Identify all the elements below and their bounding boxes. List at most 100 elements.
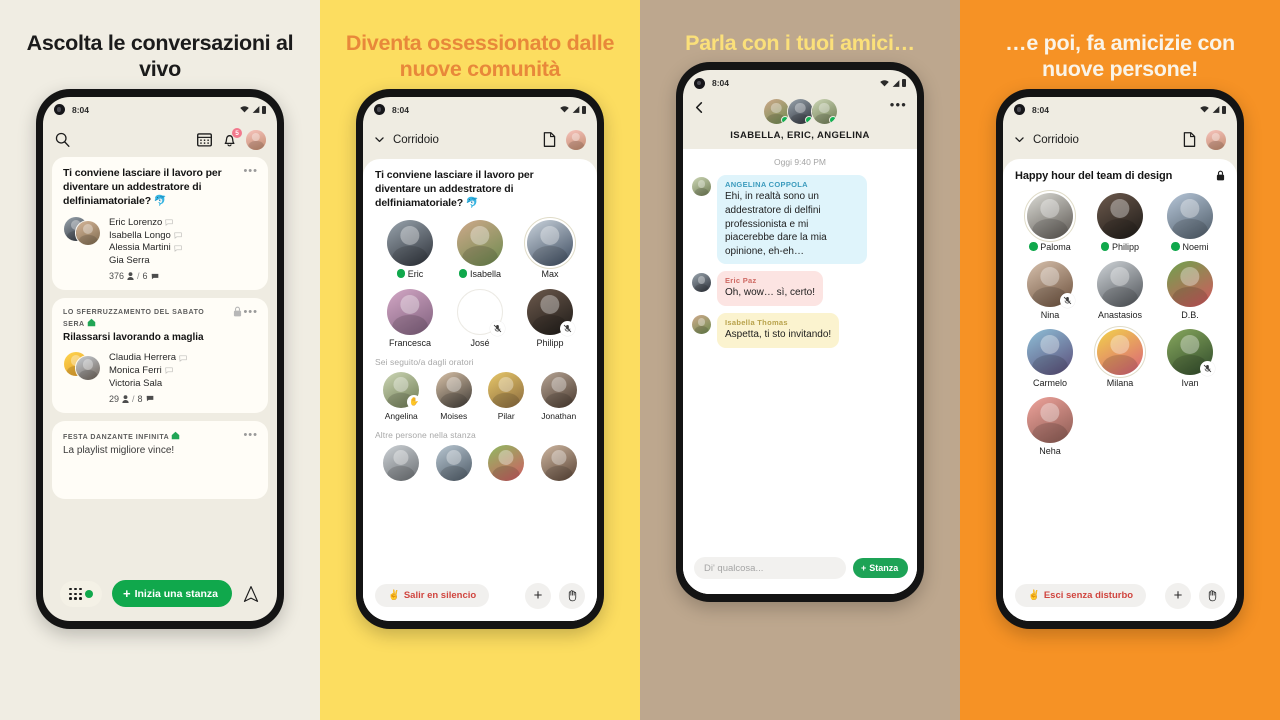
other-person[interactable] [375,444,428,481]
leave-quietly-button[interactable]: ✌️ Esci senza disturbo [1015,584,1147,608]
room-person[interactable]: Anastasios [1085,260,1155,320]
message-input[interactable] [694,557,846,580]
person-name: Jonathan [541,410,577,421]
signal-icon [892,80,899,87]
stage-person[interactable]: Isabella [445,219,515,279]
message-author: Isabella Thomas [725,318,788,327]
back-arrow-icon[interactable] [693,101,706,114]
other-person[interactable] [533,444,586,481]
person-name: Isabella [469,268,502,279]
raise-hand-icon[interactable] [559,582,585,609]
stage-person[interactable]: Max [515,216,585,279]
avatar[interactable] [246,129,266,150]
speaker-name: Isabella Longo [109,230,182,242]
calendar-icon[interactable] [196,131,213,148]
chevron-down-icon[interactable] [1014,134,1025,145]
add-people-button[interactable]: + [525,582,551,609]
paper-plane-icon[interactable] [242,585,260,603]
plus-icon: + [861,563,867,574]
create-room-button[interactable]: + Stanza [853,558,909,579]
hallway-title: Corridoio [393,133,439,146]
followed-grid: ✋ Angelina Moises Pilar Jonathan [375,371,586,421]
start-room-button[interactable]: + Inizia una stanza [111,580,233,608]
followed-person[interactable]: Jonathan [533,371,586,421]
bell-icon[interactable]: 5 [221,128,242,148]
battery-icon [582,105,586,114]
followed-person[interactable]: ✋ Angelina [375,371,428,421]
signal-icon [252,106,259,114]
status-time: 8:04 [1032,104,1050,115]
listener-count: 376 [109,271,125,282]
person-icon [127,272,134,281]
followed-person[interactable]: Pilar [480,371,533,421]
hallway-title: Corridoio [1033,133,1079,146]
feed-card[interactable]: ••• FESTA DANZANTE INFINITA La playlist … [52,420,268,500]
comment-count: 8 [137,393,143,404]
room-person[interactable]: Noemi [1155,192,1225,252]
app-bar-1: 5 [43,123,277,157]
listener-count: 29 [109,393,120,404]
mic-on-icon [396,269,406,278]
message-text: Ehi, in realtà sono un addestratore di d… [725,191,827,257]
panel-friends: Parla con i tuoi amici… 8:04 ••• ISABELL… [640,0,960,720]
chat-participant-avatars [762,98,838,126]
add-people-button[interactable]: + [1165,582,1191,609]
person-name: Pilar [497,410,515,421]
camera-punch-hole [694,77,705,89]
start-room-label: Inizia una stanza [134,587,219,600]
room-feed[interactable]: ••• Ti conviene lasciare il lavoro per d… [43,156,277,621]
app-bar-2: Corridoio [363,123,597,157]
stage-person[interactable]: José [445,288,515,348]
stage-person[interactable]: Philipp [515,288,585,348]
person-name: Moises [440,410,468,421]
document-icon[interactable] [541,131,558,148]
chevron-down-icon[interactable] [374,134,385,145]
stage-person[interactable]: Eric [375,219,445,279]
leave-label: Esci senza disturbo [1043,590,1134,602]
camera-punch-hole [374,104,385,116]
followed-person[interactable]: Moises [428,371,481,421]
more-options-icon[interactable]: ••• [890,98,907,111]
grid-dots-icon[interactable] [59,580,102,607]
person-name: Francesca [388,337,432,348]
card-more-icon[interactable]: ••• [243,307,258,318]
stage-person[interactable]: Francesca [375,288,445,348]
status-bar: 8:04 [43,97,277,123]
avatar [762,98,790,126]
other-person[interactable] [480,444,533,481]
card-title: La playlist migliore vince! [63,445,175,457]
room-person[interactable]: Nina [1015,260,1085,320]
other-person[interactable] [428,444,481,481]
room-person[interactable]: Carmelo [1015,328,1085,388]
speaking-bubble-icon [174,245,182,252]
leave-quietly-button[interactable]: ✌️ Salir en silencio [375,584,490,608]
room-person[interactable]: Milana [1085,325,1155,388]
search-icon[interactable] [54,131,71,148]
avatar [692,273,711,293]
room-person[interactable]: Neha [1015,396,1085,456]
leave-label: Salir en silencio [403,590,477,602]
feed-card[interactable]: ••• LO SFERRUZZAMENTO DEL SABATO SERA Ri… [52,298,268,413]
document-icon[interactable] [1181,131,1198,148]
avatar[interactable] [1206,129,1226,150]
room-person[interactable]: D.B. [1155,260,1225,320]
room-person[interactable]: Philipp [1085,192,1155,252]
room-person[interactable]: Ivan [1155,328,1225,388]
message-bubble[interactable]: Eric Paz Oh, wow… sì, certo! [717,271,824,306]
chat-message: Eric Paz Oh, wow… sì, certo! [692,271,908,306]
raise-hand-icon[interactable] [1199,582,1225,609]
message-bubble[interactable]: ANGELINA COPPOLA Ehi, in realtà sono un … [717,175,867,265]
mic-on-icon [1029,242,1038,251]
card-more-icon[interactable]: ••• [243,165,258,176]
room-bottom-bar-2: ✌️ Salir en silencio + [363,570,597,621]
panel-listen: Ascolta le conversazioni al vivo 8:04 5 … [0,0,320,720]
room-person[interactable]: Paloma [1015,189,1085,252]
feed-card[interactable]: ••• Ti conviene lasciare il lavoro per d… [52,156,268,291]
speaking-bubble-icon [165,219,174,226]
avatar[interactable] [566,129,586,150]
message-bubble[interactable]: Isabella Thomas Aspetta, ti sto invitand… [717,313,840,348]
lock-icon [1216,170,1225,181]
card-more-icon[interactable]: ••• [243,429,258,440]
phone-mockup-4: 8:04 Corridoio Happy hour del team di de… [996,88,1244,629]
chat-message-list[interactable]: Oggi 9:40 PM ANGELINA COPPOLA Ehi, in re… [683,149,917,595]
